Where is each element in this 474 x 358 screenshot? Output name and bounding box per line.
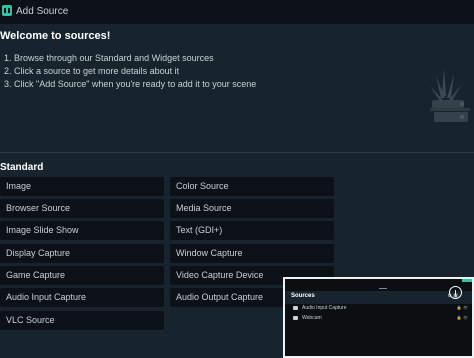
sources-panel-preview: Sources ⚙ ▣ Audio Input Capture 🔒 👁 Webc… [283,277,474,358]
app-logo-icon [2,5,12,16]
source-window-capture[interactable]: Window Capture [170,244,334,263]
source-vlc[interactable]: VLC Source [0,311,164,330]
item-controls-icon: 🔒 👁 [456,315,468,320]
source-color[interactable]: Color Source [170,177,334,196]
window-title: Add Source [16,6,69,17]
list-item-label: Audio Input Capture [302,305,347,311]
add-source-icon[interactable] [449,286,462,299]
list-item: Audio Input Capture [293,305,346,311]
standard-heading: Standard [0,162,44,173]
source-image[interactable]: Image [0,177,164,196]
title-bar: Add Source [0,0,474,24]
camera-icon [293,315,298,320]
instructions-list: 1. Browse through our Standard and Widge… [4,52,256,91]
list-item: Webcam [293,315,322,321]
accent-strip [462,279,472,282]
sources-panel-title: Sources [291,293,315,299]
source-audio-input-capture[interactable]: Audio Input Capture [0,288,164,307]
microphone-icon [293,305,298,310]
source-game-capture[interactable]: Game Capture [0,266,164,285]
welcome-heading: Welcome to sources! [0,30,111,42]
instruction-step: 1. Browse through our Standard and Widge… [4,53,214,63]
source-text-gdi[interactable]: Text (GDI+) [170,221,334,240]
item-controls-icon: 🔒 👁 [456,305,468,310]
source-media[interactable]: Media Source [170,199,334,218]
instruction-step: 2. Click a source to get more details ab… [4,66,180,76]
instruction-step: 3. Click "Add Source" when you're ready … [4,79,257,89]
source-display-capture[interactable]: Display Capture [0,244,164,263]
source-browser[interactable]: Browser Source [0,199,164,218]
sources-panel-header: Sources ⚙ ▣ [285,291,472,304]
plant-illustration-icon [430,68,470,122]
drag-handle [379,288,387,289]
section-divider [0,152,474,153]
list-item-label: Webcam [302,315,322,321]
source-image-slide-show[interactable]: Image Slide Show [0,221,164,240]
